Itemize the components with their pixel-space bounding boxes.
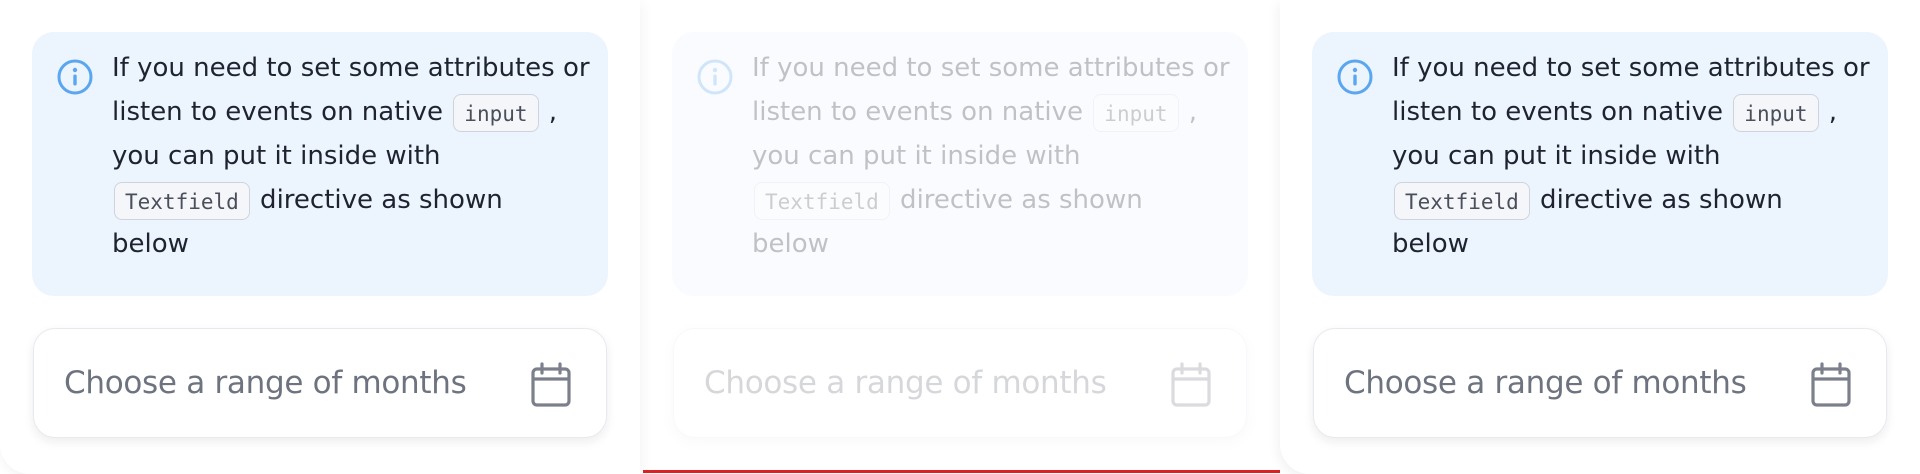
callout-line-1: If you need to set some attributes or [1392, 53, 1870, 83]
code-input: input [453, 93, 539, 132]
callout-line-5: below [1392, 229, 1469, 259]
callout-line-3: you can put it inside with [1392, 141, 1721, 171]
info-callout: If you need to set some attributes or li… [672, 32, 1248, 296]
info-icon [1337, 59, 1373, 95]
code-input: input [1093, 93, 1179, 132]
callout-line-5: below [752, 229, 829, 259]
callout-text: If you need to set some attributes or li… [752, 46, 1232, 266]
month-range-placeholder: Choose a range of months [704, 365, 1107, 401]
callout-line-2-prefix: listen to events on native [112, 97, 452, 127]
info-icon [57, 59, 93, 95]
callout-text: If you need to set some attributes or li… [112, 46, 592, 266]
callout-text: If you need to set some attributes or li… [1392, 46, 1872, 266]
demo-panel-middle: If you need to set some attributes or li… [640, 0, 1280, 474]
callout-line-5: below [112, 229, 189, 259]
demo-panel-left: If you need to set some attributes or li… [0, 0, 640, 474]
month-range-placeholder: Choose a range of months [64, 365, 467, 401]
month-range-placeholder: Choose a range of months [1344, 365, 1747, 401]
month-range-field[interactable]: Choose a range of months [1313, 328, 1887, 438]
calendar-icon[interactable] [1170, 362, 1212, 408]
callout-line-3: you can put it inside with [112, 141, 441, 171]
callout-line-4-suffix: directive as shown [251, 185, 503, 215]
callout-line-3: you can put it inside with [752, 141, 1081, 171]
info-icon [697, 59, 733, 95]
code-textfield: Textfield [754, 181, 890, 220]
callout-line-4-suffix: directive as shown [891, 185, 1143, 215]
code-textfield: Textfield [1394, 181, 1530, 220]
callout-line-2-prefix: listen to events on native [752, 97, 1092, 127]
calendar-icon[interactable] [1810, 362, 1852, 408]
month-range-field[interactable]: Choose a range of months [33, 328, 607, 438]
callout-line-1: If you need to set some attributes or [112, 53, 590, 83]
month-range-field[interactable]: Choose a range of months [673, 328, 1247, 438]
calendar-icon[interactable] [530, 362, 572, 408]
code-input: input [1733, 93, 1819, 132]
callout-line-1: If you need to set some attributes or [752, 53, 1230, 83]
info-callout: If you need to set some attributes or li… [1312, 32, 1888, 296]
callout-line-2-suffix: , [540, 97, 558, 127]
callout-line-4-suffix: directive as shown [1531, 185, 1783, 215]
callout-line-2-suffix: , [1180, 97, 1198, 127]
demo-panel-right: If you need to set some attributes or li… [1280, 0, 1920, 474]
info-callout: If you need to set some attributes or li… [32, 32, 608, 296]
active-panel-underline [643, 470, 1280, 473]
callout-line-2-suffix: , [1820, 97, 1838, 127]
code-textfield: Textfield [114, 181, 250, 220]
callout-line-2-prefix: listen to events on native [1392, 97, 1732, 127]
